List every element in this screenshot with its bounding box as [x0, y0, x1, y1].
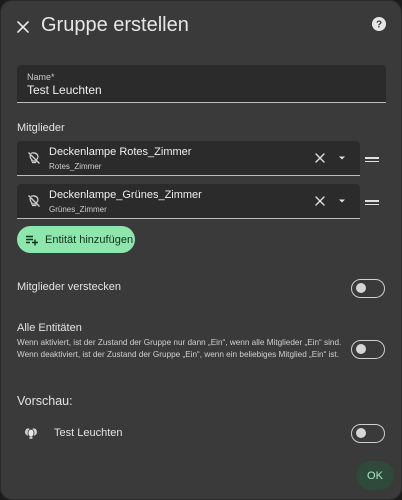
member-name: Deckenlampe_Grünes_Zimmer: [49, 189, 202, 201]
lightbulb-off-icon: [28, 195, 40, 207]
dropdown-arrow-icon[interactable]: [338, 197, 346, 205]
all-entities-label: Alle Entitäten: [17, 322, 82, 334]
ok-button[interactable]: OK: [356, 461, 394, 490]
drag-handle-icon[interactable]: [365, 155, 379, 165]
member-entity-picker[interactable]: Deckenlampe_Grünes_Zimmer Grünes_Zimmer: [17, 184, 360, 219]
add-entity-button[interactable]: Entität hinzufügen: [17, 226, 135, 253]
preview-label: Vorschau:: [17, 394, 73, 408]
name-input[interactable]: [27, 82, 367, 98]
dialog-title: Gruppe erstellen: [41, 14, 189, 36]
help-button[interactable]: ?: [371, 16, 391, 36]
all-entities-description: Wenn aktiviert, ist der Zustand der Grup…: [17, 338, 342, 359]
lightbulb-off-icon: [28, 152, 40, 164]
close-icon: [17, 21, 29, 33]
add-entity-label: Entität hinzufügen: [45, 233, 134, 246]
toggle-knob: [356, 283, 366, 293]
playlist-plus-icon: [26, 235, 38, 245]
toggle-knob: [356, 344, 366, 354]
member-area: Grünes_Zimmer: [49, 205, 107, 214]
preview-toggle[interactable]: [351, 424, 385, 443]
hide-members-toggle[interactable]: [351, 279, 385, 298]
member-entity-picker[interactable]: Deckenlampe Rotes_Zimmer Rotes_Zimmer: [17, 141, 360, 176]
dialog-header: Gruppe erstellen ?: [1, 1, 401, 53]
name-field[interactable]: Name*: [17, 65, 386, 103]
lightbulb-group-icon: [25, 428, 37, 439]
dropdown-arrow-icon[interactable]: [338, 154, 346, 162]
svg-text:?: ?: [376, 20, 382, 31]
help-circle-icon: ?: [372, 17, 386, 31]
members-label: Mitglieder: [17, 122, 65, 134]
drag-handle-icon[interactable]: [365, 198, 379, 208]
all-entities-toggle[interactable]: [351, 340, 385, 359]
clear-icon[interactable]: [314, 152, 326, 164]
hide-members-label: Mitglieder verstecken: [17, 281, 121, 293]
toggle-knob: [356, 428, 366, 438]
member-name: Deckenlampe Rotes_Zimmer: [49, 146, 192, 158]
member-area: Rotes_Zimmer: [49, 162, 102, 171]
create-group-dialog: Gruppe erstellen ? Name* Mitglieder Deck…: [0, 0, 402, 500]
clear-icon[interactable]: [314, 195, 326, 207]
close-button[interactable]: [11, 15, 35, 39]
preview-entity-name: Test Leuchten: [54, 427, 123, 439]
name-field-label: Name*: [27, 72, 55, 82]
